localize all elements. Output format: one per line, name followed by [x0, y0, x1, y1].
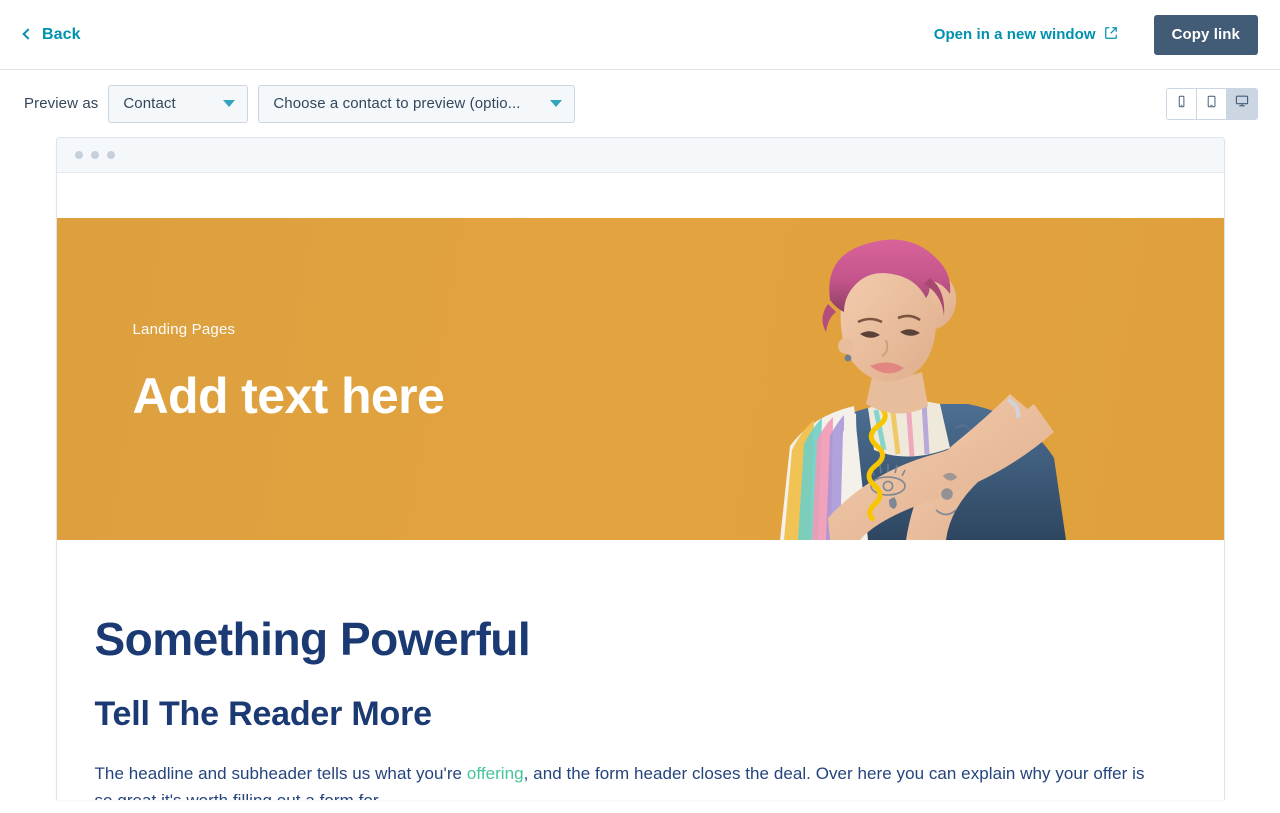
back-button-label: Back — [42, 25, 81, 43]
caret-down-icon — [223, 100, 236, 107]
copy-link-button[interactable]: Copy link — [1153, 14, 1258, 55]
site-header-spacer — [56, 173, 1224, 218]
browser-titlebar — [56, 138, 1224, 173]
window-dot-icon — [106, 151, 115, 159]
device-toggle-mobile[interactable] — [1167, 88, 1197, 119]
preview-area: Landing Pages Add text here Something Po… — [0, 137, 1280, 813]
device-preview-toggle-group — [1166, 87, 1258, 120]
tablet-icon — [1204, 94, 1219, 114]
header-actions: Open in a new window Copy link — [934, 14, 1258, 55]
preview-as-label: Preview as — [24, 95, 99, 112]
back-button[interactable]: Back — [22, 25, 81, 44]
hero-eyebrow: Landing Pages — [132, 321, 236, 338]
paragraph-text-part1: The headline and subheader tells us what… — [94, 763, 467, 783]
page-paragraph: The headline and subheader tells us what… — [95, 760, 1147, 800]
choose-contact-value: Choose a contact to preview (optio... — [273, 95, 521, 112]
page-subheading: Tell The Reader More — [94, 694, 433, 733]
window-dot-icon — [74, 151, 83, 159]
chevron-left-icon — [22, 28, 34, 40]
page-heading: Something Powerful — [94, 613, 531, 665]
page-body: Something Powerful Tell The Reader More … — [56, 540, 1224, 800]
preview-audience-value: Contact — [123, 95, 176, 112]
device-toggle-tablet[interactable] — [1197, 88, 1227, 119]
hero-photo — [718, 218, 1138, 540]
window-dot-icon — [90, 151, 99, 159]
open-in-new-window-link[interactable]: Open in a new window — [934, 26, 1118, 44]
hero-copy: Landing Pages Add text here — [133, 321, 445, 423]
device-toggle-desktop[interactable] — [1227, 88, 1257, 119]
external-link-icon — [1104, 26, 1118, 44]
choose-contact-select[interactable]: Choose a contact to preview (optio... — [258, 84, 576, 123]
preview-toolbar: Preview as Contact Choose a contact to p… — [0, 70, 1280, 137]
app-header: Back Open in a new window Copy link — [0, 0, 1280, 70]
landing-page-canvas: Landing Pages Add text here Something Po… — [56, 173, 1224, 800]
open-in-new-window-label: Open in a new window — [933, 26, 1096, 43]
caret-down-icon — [550, 100, 563, 107]
offering-link[interactable]: offering — [467, 764, 524, 783]
hero-section: Landing Pages Add text here — [56, 218, 1224, 540]
hero-title: Add text here — [132, 368, 445, 424]
mobile-phone-icon — [1174, 94, 1189, 114]
browser-preview-frame: Landing Pages Add text here Something Po… — [55, 137, 1225, 800]
preview-audience-select[interactable]: Contact — [108, 84, 249, 123]
desktop-monitor-icon — [1234, 93, 1250, 114]
